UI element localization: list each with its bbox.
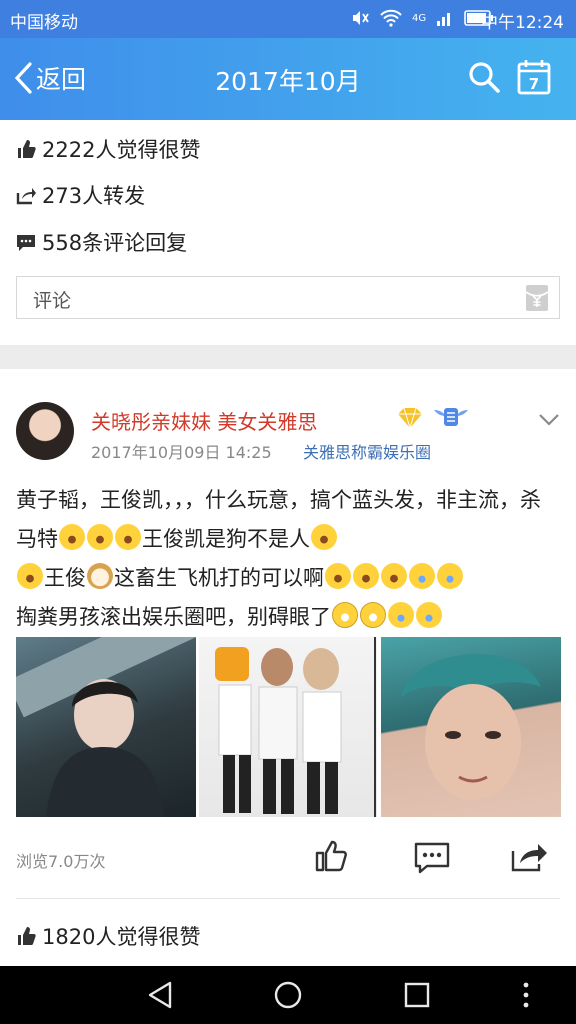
- search-icon: [469, 62, 500, 93]
- shares-stat[interactable]: 273人转发: [16, 180, 145, 210]
- post-image[interactable]: [381, 637, 561, 817]
- red-packet-icon[interactable]: [525, 284, 549, 312]
- grin-emoji-icon: [360, 602, 386, 628]
- level-wings-icon: [434, 408, 468, 426]
- mute-icon: [353, 11, 369, 25]
- comment-input[interactable]: 评论: [16, 276, 560, 319]
- calendar-button[interactable]: 7: [517, 59, 551, 99]
- next-likes-stat[interactable]: 1820人觉得很赞: [16, 921, 200, 951]
- clock: 中午12:24: [481, 13, 564, 33]
- photo-group: [215, 637, 376, 817]
- laugh-emoji-icon: [115, 524, 141, 550]
- calendar-day: 7: [529, 75, 539, 93]
- dog-emoji-icon: [87, 563, 113, 589]
- comment-bubble-icon: [17, 235, 35, 251]
- comment-icon[interactable]: [413, 841, 451, 875]
- post-text-segment: 掏粪男孩滚出娱乐圈吧，别碍眼了: [16, 605, 331, 629]
- post-image[interactable]: [16, 637, 196, 817]
- back-triangle-icon[interactable]: [144, 979, 176, 1011]
- search-button[interactable]: [467, 60, 501, 98]
- network-label: 4G: [412, 12, 427, 24]
- comment-placeholder: 评论: [33, 290, 72, 312]
- crying-emoji-icon: [416, 602, 442, 628]
- share-icon: [16, 188, 36, 205]
- likes-count: 2222人觉得很赞: [42, 138, 201, 162]
- header-bar: 返回 2017年10月 7: [0, 38, 576, 120]
- comments-stat[interactable]: 558条评论回复: [16, 227, 187, 257]
- divider: [16, 898, 560, 899]
- system-navigation-bar: [0, 966, 576, 1024]
- post-image-grid: [16, 637, 561, 817]
- signal-icon: [437, 13, 451, 26]
- thumbs-up-icon: [18, 927, 36, 945]
- post-text-segment: 王俊: [44, 566, 86, 590]
- laugh-emoji-icon: [381, 563, 407, 589]
- crying-emoji-icon: [409, 563, 435, 589]
- post-text: 黄子韬，王俊凯，，，什么玩意，搞个蓝头发，非主流，杀马特 王俊凯是狗不是人 王俊这…: [16, 481, 561, 637]
- grin-emoji-icon: [332, 602, 358, 628]
- photo-person-skateboard: [16, 637, 196, 817]
- laugh-emoji-icon: [17, 563, 43, 589]
- thumbs-up-icon: [18, 140, 36, 158]
- crying-emoji-icon: [437, 563, 463, 589]
- status-icons: 4G: [350, 8, 494, 28]
- laugh-emoji-icon: [325, 563, 351, 589]
- laugh-emoji-icon: [59, 524, 85, 550]
- post-timestamp: 2017年10月09日 14:25: [91, 443, 272, 462]
- vip-diamond-icon: [398, 407, 422, 429]
- chevron-down-icon[interactable]: [538, 413, 560, 427]
- next-likes-count: 1820人觉得很赞: [42, 925, 201, 949]
- like-icon[interactable]: [314, 839, 348, 873]
- wifi-icon: [380, 9, 402, 27]
- post-text-segment: 这畜生飞机打的可以啊: [114, 566, 324, 590]
- post-username[interactable]: 关晓彤亲妹妹 美女关雅思: [91, 406, 317, 435]
- carrier-label: 中国移动: [10, 13, 78, 33]
- post-source-link[interactable]: 关雅思称霸娱乐圈: [303, 439, 431, 463]
- likes-stat[interactable]: 2222人觉得很赞: [16, 134, 200, 164]
- laugh-emoji-icon: [353, 563, 379, 589]
- view-count: 浏览7.0万次: [16, 852, 106, 871]
- comments-count: 558条评论回复: [42, 231, 188, 255]
- share-icon[interactable]: [510, 839, 550, 873]
- section-divider: [0, 345, 576, 369]
- home-circle-icon[interactable]: [272, 979, 304, 1011]
- post-text-segment: 王俊凯是狗不是人: [142, 527, 310, 551]
- photo-portrait: [401, 654, 541, 800]
- calendar-icon: 7: [517, 60, 551, 95]
- post-image[interactable]: [199, 637, 377, 817]
- status-bar: 中国移动 4G 中午12:24: [0, 0, 576, 38]
- crying-emoji-icon: [388, 602, 414, 628]
- avatar[interactable]: [16, 402, 74, 460]
- recents-square-icon[interactable]: [401, 979, 433, 1011]
- laugh-emoji-icon: [311, 524, 337, 550]
- shares-count: 273人转发: [42, 184, 146, 208]
- more-vertical-icon[interactable]: [514, 979, 538, 1011]
- laugh-emoji-icon: [87, 524, 113, 550]
